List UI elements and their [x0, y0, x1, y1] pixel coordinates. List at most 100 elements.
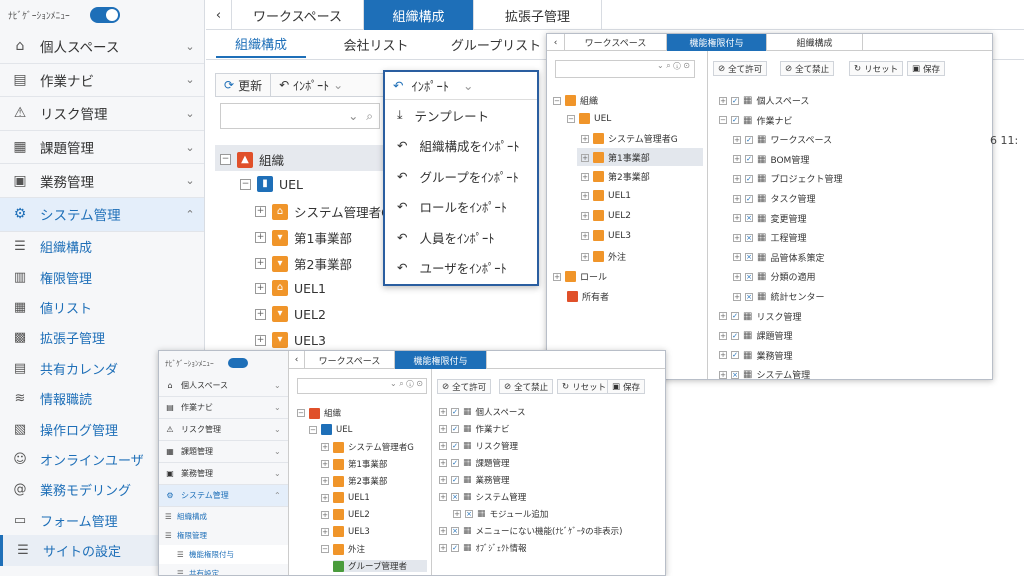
perm-row[interactable]: + ✓ ▦ 個人スペース [439, 406, 526, 418]
tree-node[interactable]: + 第2事業部 [581, 170, 650, 183]
nav-toggle[interactable] [227, 358, 248, 368]
tree-node-root[interactable]: − 組織 [553, 94, 598, 107]
permission-checkbox[interactable]: ✓ [731, 331, 739, 340]
dropdown-header[interactable]: ↶ ｲﾝﾎﾟｰﾄ ⌄ [385, 72, 537, 100]
perm-row[interactable]: + ✓ ▦ 業務管理 [719, 349, 792, 362]
perm-row[interactable]: + ✓ ▦ 個人スペース [719, 94, 809, 107]
tab-org[interactable]: 組織構成 [767, 34, 863, 51]
perm-row[interactable]: + × ▦ 分類の適用 [733, 270, 815, 283]
tree-node[interactable]: + UEL2 [321, 509, 370, 520]
tree-node[interactable]: グループ管理者 [333, 560, 427, 572]
permission-checkbox[interactable]: ✓ [731, 312, 739, 321]
deny-all-button[interactable]: ⊘ 全て禁止 [780, 61, 835, 76]
permission-checkbox[interactable]: ✓ [451, 408, 459, 416]
deny-all-button[interactable]: ⊘ 全て禁止 [499, 379, 554, 394]
tab-ext[interactable]: 拡張子管理 [474, 0, 602, 30]
tree-node[interactable]: + ▾ UEL2 [255, 306, 326, 322]
sidebar-item-risk[interactable]: ⚠ リスク管理 ⌄ [0, 97, 204, 131]
permission-checkbox[interactable]: ✓ [745, 174, 753, 183]
perm-row[interactable]: + × ▦ 工程管理 [733, 231, 806, 244]
tree-node[interactable]: + ▾ 第1事業部 [255, 228, 352, 247]
tree-node[interactable]: + 外注 [581, 250, 626, 263]
perm-row[interactable]: + ✓ ▦ 課題管理 [719, 329, 792, 342]
import-button[interactable]: ↶ ｲﾝﾎﾟｰﾄ ⌄ [271, 74, 351, 96]
tab-back[interactable]: ‹ [547, 34, 565, 51]
permission-checkbox[interactable]: ✓ [731, 96, 739, 105]
sidebar-item[interactable]: ▤ 作業ナビ ⌄ [159, 397, 288, 419]
permission-checkbox[interactable]: × [745, 253, 753, 262]
tree-node[interactable]: + 第1事業部 [321, 458, 387, 470]
search-input[interactable]: ⌄ ⌕ [220, 103, 380, 129]
perm-row[interactable]: + × ▦ システム管理 [719, 368, 810, 379]
tree-node[interactable]: + UEL1 [321, 492, 370, 503]
menu-item-import-org[interactable]: ↶ 組織構成をｲﾝﾎﾟｰﾄ [385, 131, 537, 162]
sidebar-item[interactable]: ▦ 課題管理 ⌄ [159, 441, 288, 463]
sub-perm[interactable]: ▥ 権限管理 [0, 262, 204, 292]
sub-org[interactable]: ☰ 組織構成 [0, 232, 204, 262]
reset-button[interactable]: ↻ リセット [849, 61, 904, 76]
save-button[interactable]: ▣ 保存 [607, 379, 646, 394]
allow-all-button[interactable]: ⊘ 全て許可 [713, 61, 768, 76]
tree-node[interactable]: + 第1事業部 [581, 151, 650, 164]
sub-ext[interactable]: ▩ 拡張子管理 [0, 323, 204, 353]
menu-item-template[interactable]: ⤓ テンプレート [385, 100, 537, 131]
perm-row[interactable]: + ✓ ▦ プロジェクト管理 [733, 172, 842, 185]
tab-workspace[interactable]: ワークスペース [305, 351, 395, 369]
perm-row[interactable]: + ✓ ▦ 業務管理 [439, 474, 510, 486]
permission-checkbox[interactable]: × [745, 214, 753, 223]
perm-row[interactable]: + × ▦ 統計センター [733, 290, 824, 303]
perm-row[interactable]: − ✓ ▦ 作業ナビ [719, 114, 792, 127]
sidebar-item[interactable]: ▣ 業務管理 ⌄ [159, 463, 288, 485]
tree-node-owner[interactable]: 所有者 [567, 290, 609, 303]
allow-all-button[interactable]: ⊘ 全て許可 [437, 379, 492, 394]
sidebar-sub[interactable]: ☰ 共有設定 [159, 564, 288, 575]
perm-row[interactable]: + × ▦ モジュール追加 [453, 508, 548, 520]
perm-row[interactable]: + ✓ ▦ リスク管理 [719, 310, 801, 323]
tree-node-root[interactable]: − ▲ 組織 [220, 150, 284, 169]
sidebar-item-issue[interactable]: ▦ 課題管理 ⌄ [0, 131, 204, 165]
perm-row[interactable]: + ✓ ▦ ｵﾌﾞｼﾞｪｸﾄ情報 [439, 542, 527, 554]
perm-row[interactable]: + × ▦ システム管理 [439, 491, 526, 503]
permission-checkbox[interactable]: × [451, 527, 459, 535]
sidebar-sub[interactable]: ☰ 組織構成 [159, 507, 288, 526]
search-input[interactable]: ⌄ ⌕ ⓘ ⊙ [555, 60, 695, 78]
tab-org[interactable]: 組織構成 [364, 0, 474, 30]
sub-values[interactable]: ▦ 値リスト [0, 292, 204, 322]
sidebar-item-business[interactable]: ▣ 業務管理 ⌄ [0, 164, 204, 198]
tab-workspace[interactable]: ワークスペース [232, 0, 364, 30]
permission-checkbox[interactable]: ✓ [451, 425, 459, 433]
nav-toggle[interactable] [89, 7, 120, 23]
tree-node[interactable]: + ⌂ システム管理者G [255, 202, 391, 221]
permission-checkbox[interactable]: ✓ [745, 135, 753, 144]
sidebar-item-system[interactable]: ⚙ システム管理 ⌃ [0, 197, 204, 232]
menu-item-import-person[interactable]: ↶ 人員をｲﾝﾎﾟｰﾄ [385, 222, 537, 253]
tab-func-perm[interactable]: 機能権限付与 [395, 351, 487, 369]
permission-checkbox[interactable]: ✓ [451, 544, 459, 552]
tree-node[interactable]: + UEL1 [581, 190, 631, 201]
permission-checkbox[interactable]: ✓ [451, 442, 459, 450]
tree-node[interactable]: + UEL2 [581, 210, 631, 221]
permission-checkbox[interactable]: × [745, 233, 753, 242]
tab-back[interactable]: ‹ [206, 0, 232, 30]
sidebar-item-personal[interactable]: ⌂ 個人スペース ⌄ [0, 30, 204, 64]
menu-item-import-user[interactable]: ↶ ユーザをｲﾝﾎﾟｰﾄ [385, 253, 537, 284]
tree-node[interactable]: + システム管理者G [581, 132, 678, 145]
menu-item-import-role[interactable]: ↶ ロールをｲﾝﾎﾟｰﾄ [385, 192, 537, 223]
tab-workspace[interactable]: ワークスペース [565, 34, 667, 51]
sidebar-sub[interactable]: ☰ 権限管理 [159, 526, 288, 545]
permission-checkbox[interactable]: ✓ [451, 459, 459, 467]
tree-node[interactable]: + システム管理者G [321, 441, 414, 453]
permission-checkbox[interactable]: × [745, 272, 753, 281]
menu-item-import-group[interactable]: ↶ グループをｲﾝﾎﾟｰﾄ [385, 161, 537, 192]
tab-back[interactable]: ‹ [289, 351, 305, 369]
subtab-org[interactable]: 組織構成 [216, 30, 306, 58]
tab-func-perm[interactable]: 機能権限付与 [667, 34, 767, 51]
tree-node-role[interactable]: + ロール [553, 270, 607, 283]
sidebar-item-worknavi[interactable]: ▤ 作業ナビ ⌄ [0, 64, 204, 98]
perm-row[interactable]: + ✓ ▦ BOM管理 [733, 153, 809, 166]
refresh-button[interactable]: ⟳ 更新 [216, 74, 272, 96]
tree-node-uel[interactable]: − ▮ UEL [240, 176, 303, 192]
tree-node[interactable]: + ⌂ UEL1 [255, 280, 326, 296]
perm-row[interactable]: + ✓ ▦ リスク管理 [439, 440, 518, 452]
sidebar-sub[interactable]: ☰ 機能権限付与 [159, 545, 288, 564]
